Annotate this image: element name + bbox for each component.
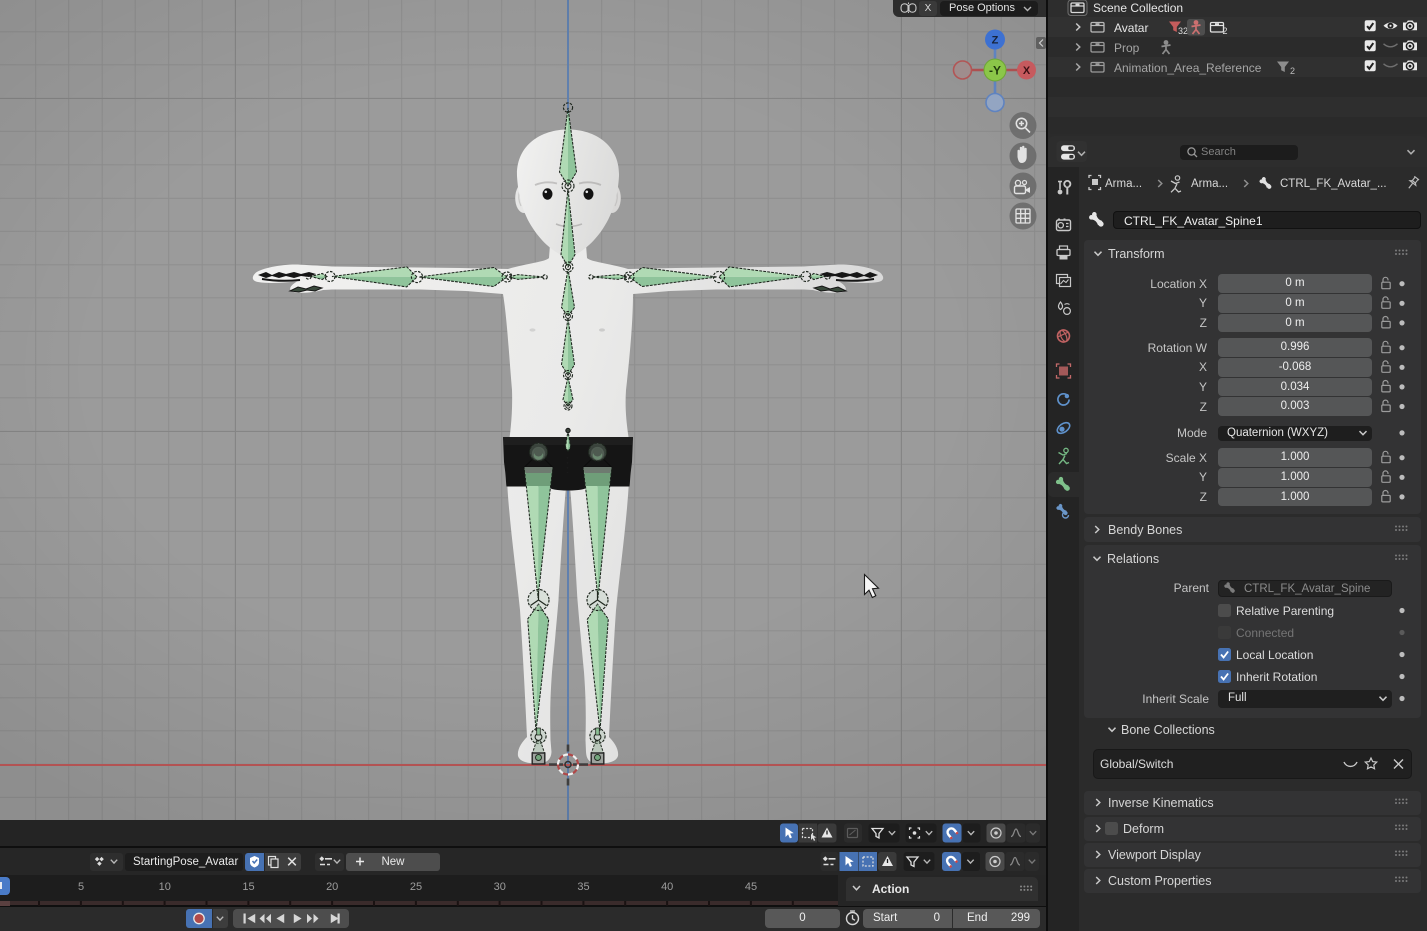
svg-text:-Y: -Y [989, 64, 1001, 78]
svg-text:X: X [1023, 65, 1031, 77]
svg-text:Z: Z [992, 35, 999, 47]
